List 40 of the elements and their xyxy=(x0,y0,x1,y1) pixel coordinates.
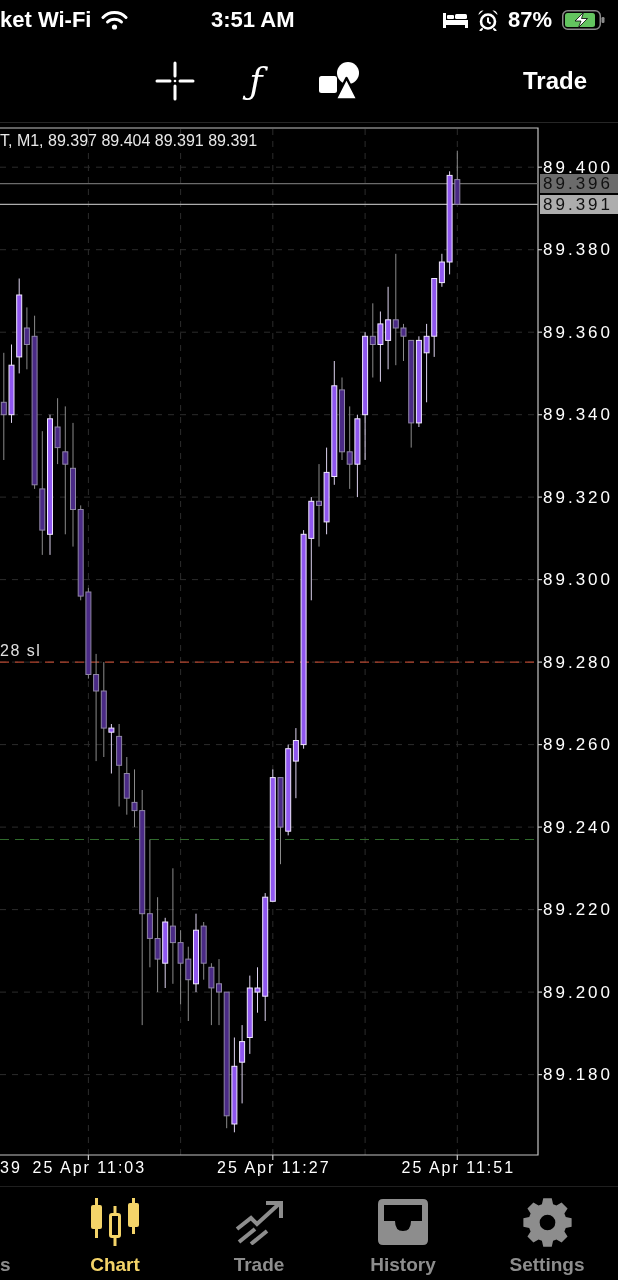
function-button[interactable]: ƒ xyxy=(243,60,269,102)
tab[interactable]: s xyxy=(0,1187,43,1280)
price-axis-label: 89.240 xyxy=(543,819,613,835)
settings-icon xyxy=(522,1197,572,1247)
tab[interactable]: History xyxy=(331,1187,475,1280)
price-axis-label: 89.340 xyxy=(543,407,613,423)
inbox-tray-icon xyxy=(378,1199,428,1245)
tab[interactable]: Chart xyxy=(43,1187,187,1280)
battery-charging-icon xyxy=(562,10,605,30)
bed-icon xyxy=(442,12,468,28)
price-axis-label: 89.360 xyxy=(543,324,613,340)
time-axis-label: 39 xyxy=(0,1158,22,1178)
alarm-clock-icon xyxy=(477,9,498,31)
wifi-icon xyxy=(101,10,129,30)
carrier-name: ket Wi-Fi xyxy=(0,7,92,33)
price-axis-label: 89.380 xyxy=(543,242,613,258)
crosshair-icon[interactable] xyxy=(155,61,195,101)
price-axis-label: 89.220 xyxy=(543,902,613,918)
trade-button[interactable]: Trade xyxy=(522,67,587,95)
price-axis-label: 89.320 xyxy=(543,489,613,505)
tab[interactable]: Trade xyxy=(187,1187,331,1280)
level-label: 28 sl xyxy=(0,642,42,661)
time-axis-label: 25 Apr 11:27 xyxy=(217,1158,331,1178)
price-level-label: 89.396 xyxy=(540,174,618,194)
candlestick-chart-icon xyxy=(90,1198,140,1246)
tab[interactable]: Settings xyxy=(475,1187,618,1280)
price-axis-label: 89.200 xyxy=(543,984,613,1000)
price-axis-label: 89.280 xyxy=(543,654,613,670)
time-axis-label: 25 Apr 11:03 xyxy=(32,1158,147,1178)
price-level-label: 89.391 xyxy=(540,194,618,214)
shapes-icon[interactable] xyxy=(319,61,359,101)
price-axis-label: 89.260 xyxy=(543,737,613,753)
clock-time: 3:51 AM xyxy=(211,7,295,33)
time-axis-label: 25 Apr 11:51 xyxy=(401,1158,516,1178)
trend-arrow-icon xyxy=(233,1199,285,1245)
price-axis-label: 89.300 xyxy=(543,572,613,588)
price-axis-label: 89.180 xyxy=(543,1067,613,1083)
battery-percentage: 87% xyxy=(507,7,552,33)
chart-info-text: T, M1, 89.397 89.404 89.391 89.391 xyxy=(0,132,258,150)
price-axis-label: 89.400 xyxy=(543,159,613,175)
